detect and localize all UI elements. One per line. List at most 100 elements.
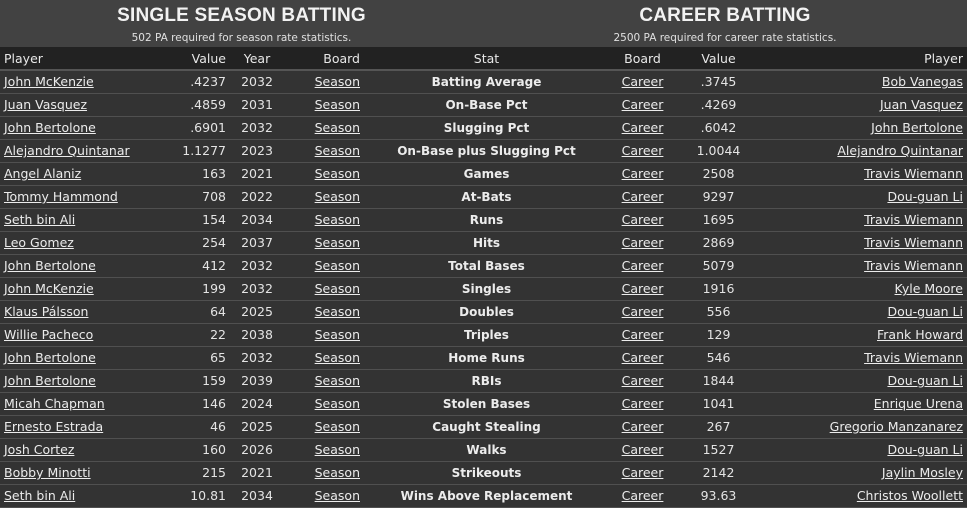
col-career-board[interactable]: Board — [609, 47, 676, 71]
career-player-link[interactable]: John Bertolone — [871, 120, 963, 135]
season-board-link[interactable]: Season — [315, 396, 360, 411]
season-player-link[interactable]: Angel Alaniz — [4, 166, 81, 181]
season-player-link[interactable]: John Bertolone — [4, 120, 96, 135]
career-board-link[interactable]: Career — [622, 235, 664, 250]
season-player-link[interactable]: John Bertolone — [4, 350, 96, 365]
season-board-link[interactable]: Season — [315, 281, 360, 296]
col-career-value[interactable]: Value — [676, 47, 761, 71]
career-board-link[interactable]: Career — [622, 166, 664, 181]
season-player-link[interactable]: Klaus Pálsson — [4, 304, 88, 319]
season-board-link[interactable]: Season — [315, 143, 360, 158]
career-player-link[interactable]: Dou-guan Li — [887, 189, 963, 204]
career-player-link[interactable]: Dou-guan Li — [887, 304, 963, 319]
season-value-cell: 146 — [168, 392, 230, 416]
career-player-link[interactable]: Dou-guan Li — [887, 373, 963, 388]
career-board-link[interactable]: Career — [622, 442, 664, 457]
season-player-link[interactable]: Tommy Hammond — [4, 189, 118, 204]
career-board-link[interactable]: Career — [622, 97, 664, 112]
season-board-link[interactable]: Season — [315, 166, 360, 181]
career-board-link[interactable]: Career — [622, 304, 664, 319]
season-board-link[interactable]: Season — [315, 212, 360, 227]
season-player-link[interactable]: John Bertolone — [4, 258, 96, 273]
career-player-link[interactable]: Travis Wiemann — [864, 166, 963, 181]
career-player-link[interactable]: Travis Wiemann — [864, 212, 963, 227]
col-season-player[interactable]: Player — [0, 47, 168, 71]
career-player-link[interactable]: Gregorio Manzanarez — [830, 419, 963, 434]
career-player-link[interactable]: Frank Howard — [877, 327, 963, 342]
career-player-link[interactable]: Juan Vasquez — [880, 97, 963, 112]
career-board-link[interactable]: Career — [622, 143, 664, 158]
career-player-link[interactable]: Bob Vanegas — [882, 74, 963, 89]
career-board-link[interactable]: Career — [622, 396, 664, 411]
season-board-link[interactable]: Season — [315, 373, 360, 388]
career-board-link[interactable]: Career — [622, 465, 664, 480]
career-board-link[interactable]: Career — [622, 350, 664, 365]
career-value: 2869 — [702, 235, 735, 250]
career-value: 2142 — [702, 465, 735, 480]
career-player-link[interactable]: Travis Wiemann — [864, 235, 963, 250]
season-player-link[interactable]: Micah Chapman — [4, 396, 105, 411]
col-season-value[interactable]: Value — [168, 47, 230, 71]
career-player-link[interactable]: Alejandro Quintanar — [837, 143, 963, 158]
season-board-link[interactable]: Season — [315, 442, 360, 457]
season-board-link[interactable]: Season — [315, 258, 360, 273]
col-stat[interactable]: Stat — [364, 47, 609, 71]
season-board-link[interactable]: Season — [315, 327, 360, 342]
career-board-link[interactable]: Career — [622, 281, 664, 296]
career-subtitle: 2500 PA required for career rate statist… — [613, 32, 837, 44]
career-board-link[interactable]: Career — [622, 120, 664, 135]
season-player-link[interactable]: Ernesto Estrada — [4, 419, 103, 434]
season-player-link[interactable]: John McKenzie — [4, 281, 94, 296]
season-player-cell: John Bertolone — [0, 369, 168, 393]
col-career-player[interactable]: Player — [761, 47, 967, 71]
career-player-link[interactable]: Jaylin Mosley — [882, 465, 963, 480]
career-player-cell: Jaylin Mosley — [761, 461, 967, 485]
season-player-link[interactable]: Alejandro Quintanar — [4, 143, 130, 158]
career-board-link[interactable]: Career — [622, 419, 664, 434]
career-board-link[interactable]: Career — [622, 488, 664, 503]
career-board-link[interactable]: Career — [622, 258, 664, 273]
col-season-year[interactable]: Year — [230, 47, 284, 71]
season-board-link[interactable]: Season — [315, 97, 360, 112]
career-board-link[interactable]: Career — [622, 189, 664, 204]
season-year-cell: 2034 — [230, 208, 284, 232]
career-player-link[interactable]: Enrique Urena — [874, 396, 963, 411]
career-value: 267 — [706, 419, 731, 434]
season-value-cell: 64 — [168, 300, 230, 324]
career-player-link[interactable]: Christos Woollett — [857, 488, 963, 503]
season-board-link[interactable]: Season — [315, 120, 360, 135]
career-board-link[interactable]: Career — [622, 74, 664, 89]
col-season-board[interactable]: Board — [284, 47, 364, 71]
season-player-link[interactable]: Seth bin Ali — [4, 488, 75, 503]
season-player-link[interactable]: Willie Pacheco — [4, 327, 93, 342]
career-player-link[interactable]: Travis Wiemann — [864, 258, 963, 273]
stat-name-cell: Stolen Bases — [364, 392, 609, 416]
stat-name: Runs — [469, 212, 504, 227]
season-player-link[interactable]: Bobby Minotti — [4, 465, 91, 480]
season-subtitle: 502 PA required for season rate statisti… — [131, 32, 352, 44]
season-player-link[interactable]: Juan Vasquez — [4, 97, 87, 112]
career-player-link[interactable]: Kyle Moore — [895, 281, 963, 296]
season-player-link[interactable]: Leo Gomez — [4, 235, 74, 250]
season-board-link[interactable]: Season — [315, 419, 360, 434]
career-board-link[interactable]: Career — [622, 327, 664, 342]
career-board-link[interactable]: Career — [622, 373, 664, 388]
season-board-link[interactable]: Season — [315, 74, 360, 89]
career-player-link[interactable]: Travis Wiemann — [864, 350, 963, 365]
career-board-link[interactable]: Career — [622, 212, 664, 227]
career-board-cell: Career — [609, 415, 676, 439]
season-player-link[interactable]: Josh Cortez — [4, 442, 74, 457]
season-board-link[interactable]: Season — [315, 350, 360, 365]
season-player-link[interactable]: John McKenzie — [4, 74, 94, 89]
season-board-link[interactable]: Season — [315, 465, 360, 480]
career-board-cell: Career — [609, 70, 676, 94]
career-player-link[interactable]: Dou-guan Li — [887, 442, 963, 457]
season-player-link[interactable]: Seth bin Ali — [4, 212, 75, 227]
season-board-link[interactable]: Season — [315, 304, 360, 319]
season-board-link[interactable]: Season — [315, 189, 360, 204]
career-value-cell: 556 — [676, 300, 761, 324]
season-board-link[interactable]: Season — [315, 488, 360, 503]
season-board-link[interactable]: Season — [315, 235, 360, 250]
season-player-link[interactable]: John Bertolone — [4, 373, 96, 388]
season-year: 2032 — [241, 281, 273, 296]
